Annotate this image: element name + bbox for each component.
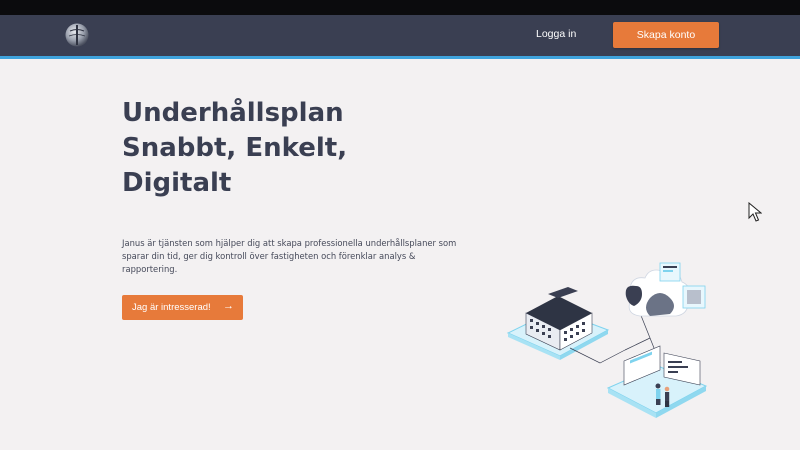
top-black-strip [0, 0, 800, 15]
navbar: Logga in Skapa konto [0, 15, 800, 59]
create-account-button[interactable]: Skapa konto [613, 22, 719, 48]
hero-title-line-3: Digitalt [122, 168, 232, 198]
hero-description: Janus är tjänsten som hjälper dig att sk… [122, 238, 457, 274]
building-cloud-dashboard-illustration [506, 262, 708, 418]
mouse-pointer-icon [748, 202, 762, 222]
globe-logo-icon[interactable] [64, 22, 90, 48]
interested-button-label: Jag är intresserad! [132, 302, 211, 313]
hero-title: Underhållsplan Snabbt, Enkelt, Digitalt [122, 96, 347, 201]
arrow-right-icon: → [223, 300, 234, 312]
login-link[interactable]: Logga in [536, 28, 576, 40]
interested-button[interactable]: Jag är intresserad! → [122, 295, 243, 320]
hero-title-line-1: Underhållsplan [122, 98, 344, 128]
hero-title-line-2: Snabbt, Enkelt, [122, 133, 348, 163]
